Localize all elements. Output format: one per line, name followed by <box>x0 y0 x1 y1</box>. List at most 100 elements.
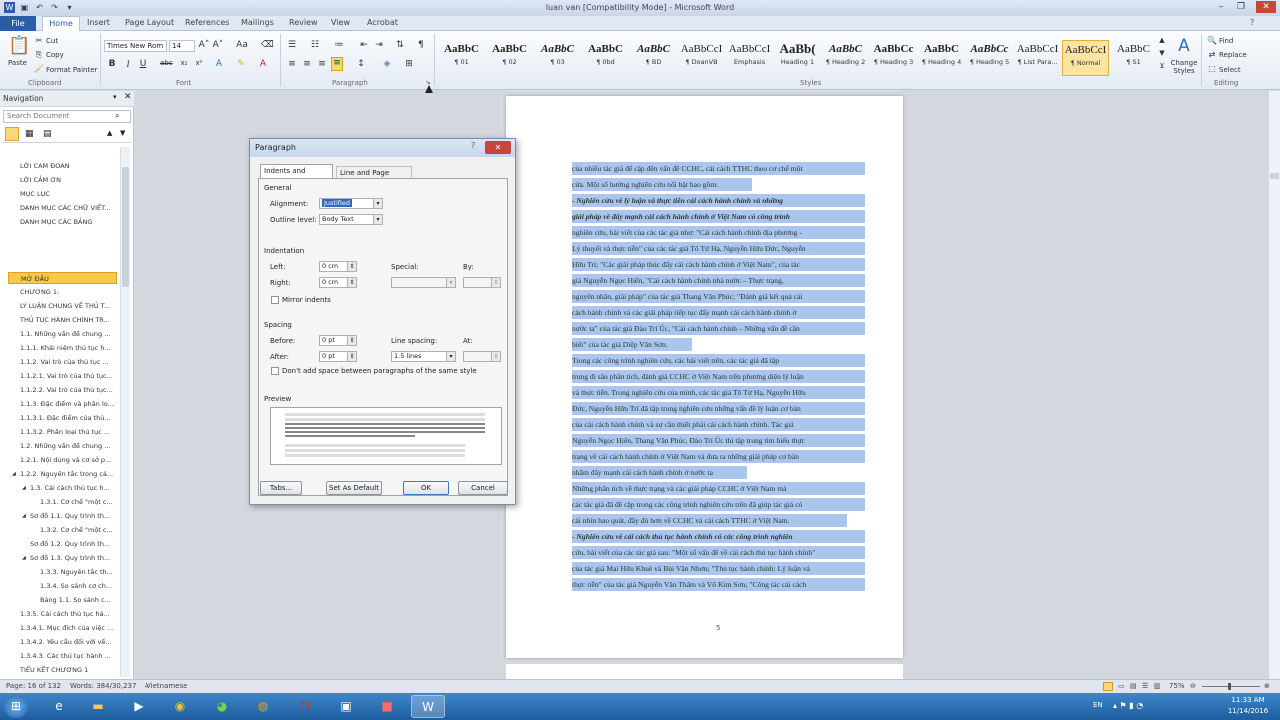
nav-heading-item[interactable]: 1.3.4.3. Các thủ tục hành ... <box>20 650 120 662</box>
zoom-out-icon[interactable]: ⊖ <box>1190 682 1196 690</box>
multilevel-list-icon[interactable]: ≔ <box>333 40 345 50</box>
set-as-default-button[interactable]: Set As Default <box>326 481 382 495</box>
nav-heading-item[interactable]: 1.3. Cải cách thủ tục h... <box>30 482 130 494</box>
nav-heading-item[interactable]: 1.1.2. Vai trò của thủ tục ... <box>20 356 120 368</box>
zoom-in-icon[interactable]: ⊕ <box>1264 682 1270 690</box>
tab-insert[interactable]: Insert <box>87 18 110 27</box>
help-icon[interactable]: ? <box>1250 18 1254 27</box>
style-item[interactable]: AaBbCcI ¶ DoanVB <box>678 40 725 76</box>
tab-line-page-breaks[interactable]: Line and Page Breaks <box>336 166 412 189</box>
paste-button[interactable]: Paste <box>8 59 27 67</box>
justify-icon[interactable]: ≡ <box>331 57 343 71</box>
zoom-slider-thumb[interactable] <box>1228 683 1231 690</box>
web-layout-icon[interactable]: ▤ <box>1130 682 1137 690</box>
style-item[interactable]: AaBbCcI ¶ Normal <box>1062 40 1109 76</box>
change-styles-button[interactable]: Change Styles <box>1170 59 1198 75</box>
chrome-icon[interactable]: ◉ <box>163 695 197 718</box>
style-item[interactable]: AaBbCc ¶ Heading 3 <box>870 40 917 76</box>
line-spacing-select[interactable]: 1.5 lines ▾ <box>391 351 456 362</box>
outline-view-icon[interactable]: ☰ <box>1142 682 1148 690</box>
chevron-down-icon[interactable]: ▾ <box>446 352 455 361</box>
style-item[interactable]: AaBb(Heading 1 <box>774 40 821 76</box>
chevron-down-icon[interactable]: ▾ <box>373 215 382 224</box>
numbering-icon[interactable]: ☷ <box>309 40 321 50</box>
nav-heading-item[interactable]: 1.3.4.2. Yêu cầu đối với vế... <box>20 636 120 648</box>
before-input[interactable]: 0 pt ⇕ <box>319 335 357 346</box>
style-item[interactable]: AaBbC ¶ 03 <box>534 40 581 76</box>
align-right-icon[interactable]: ≡ <box>316 59 328 69</box>
replace-button[interactable]: Replace <box>1219 51 1247 59</box>
tab-review[interactable]: Review <box>289 18 318 27</box>
special-select[interactable]: ▾ <box>391 277 456 288</box>
nav-heading-item[interactable]: Sơ đồ 1.2. Quy trình th... <box>30 538 130 550</box>
input-language[interactable]: EN <box>1093 701 1103 709</box>
nav-prev-icon[interactable]: ▲ <box>107 129 112 137</box>
doc-scroll-thumb[interactable] <box>1270 173 1279 179</box>
nav-search-input[interactable]: Search Document ⌕ <box>3 110 131 123</box>
tab-references[interactable]: References <box>185 18 229 27</box>
dialog-help-icon[interactable]: ? <box>464 141 482 153</box>
spinner-icon[interactable]: ⇕ <box>347 278 356 287</box>
style-item[interactable]: AaBbC ¶ Heading 2 <box>822 40 869 76</box>
borders-icon[interactable]: ⊞ <box>403 59 415 69</box>
nav-heading-item[interactable]: 1.2.2. Nguyên tắc trong cả... <box>20 468 120 480</box>
ie-icon[interactable]: e <box>42 695 76 718</box>
recorder-icon[interactable]: ■ <box>370 695 404 718</box>
nav-heading-item[interactable]: 1.1.1. Khái niệm thủ tục h... <box>20 342 120 354</box>
nav-heading-item[interactable]: Sơ đồ 1.3. Quy trình th... <box>30 552 130 564</box>
tab-indents-spacing[interactable]: Indents and Spacing <box>260 164 333 188</box>
style-item[interactable]: AaBbCc ¶ Heading 5 <box>966 40 1013 76</box>
nav-heading-item[interactable]: 1.2.1. Nội dung và cơ sở p... <box>20 454 120 466</box>
change-case-icon[interactable]: Aa <box>236 40 248 50</box>
decrease-indent-icon[interactable]: ⇤ <box>358 40 370 50</box>
strikethrough-icon[interactable]: abc <box>160 59 173 67</box>
shading-icon[interactable]: ◈ <box>381 59 393 69</box>
underline-icon[interactable]: U <box>137 59 149 69</box>
styles-more-icon[interactable]: ⊻ <box>1156 62 1168 70</box>
tray-icons[interactable]: ▴ ⚑ ▮ ◔ <box>1113 701 1143 710</box>
chevron-down-icon[interactable]: ▾ <box>373 199 382 208</box>
text-effects-icon[interactable]: A <box>213 59 225 69</box>
tab-home[interactable]: Home <box>42 16 80 31</box>
minimize-icon[interactable]: – <box>1214 1 1228 13</box>
tab-acrobat[interactable]: Acrobat <box>367 18 398 27</box>
shrink-font-icon[interactable]: A˅ <box>212 40 224 50</box>
superscript-icon[interactable]: x² <box>193 59 205 67</box>
spinner-icon[interactable]: ⇕ <box>347 262 356 271</box>
word-taskbar-icon[interactable]: W <box>411 695 445 718</box>
mirror-indents-checkbox[interactable] <box>271 296 279 304</box>
cancel-button[interactable]: Cancel <box>458 481 508 495</box>
at-input[interactable]: ⇕ <box>463 351 501 362</box>
nav-pages-tab-icon[interactable]: ▦ <box>25 129 34 139</box>
font-size-box[interactable]: 14 <box>169 40 195 52</box>
after-input[interactable]: 0 pt ⇕ <box>319 351 357 362</box>
nav-heading-item[interactable]: 1.1.2.1. Vai trò của thủ tục... <box>20 370 120 382</box>
expand-triangle-icon[interactable]: ◢ <box>22 510 30 522</box>
full-screen-icon[interactable]: ▭ <box>1118 682 1125 690</box>
increase-indent-icon[interactable]: ⇥ <box>373 40 385 50</box>
paste-icon[interactable]: 📋 <box>8 35 30 56</box>
spinner-icon[interactable]: ⇕ <box>347 352 356 361</box>
tab-file[interactable]: File <box>0 16 36 31</box>
nav-heading-item[interactable]: 1.1.2.2. Vai trò của thủ tục... <box>20 384 120 396</box>
style-item[interactable]: AaBbC ¶ BD <box>630 40 677 76</box>
nav-heading-item[interactable]: DANH MỤC CÁC BẢNG <box>20 216 120 228</box>
search-icon[interactable]: ⌕ <box>115 111 119 121</box>
nav-heading-item[interactable]: 1.2. Những vấn đề chung ... <box>20 440 120 452</box>
cut-button[interactable]: Cut <box>46 37 58 45</box>
coccoc-icon[interactable]: ◕ <box>205 695 239 718</box>
line-spacing-icon[interactable]: ↕ <box>355 59 367 69</box>
expand-triangle-icon[interactable]: ◢ <box>22 552 30 564</box>
show-marks-icon[interactable]: ¶ <box>415 40 427 50</box>
print-layout-icon[interactable] <box>1103 682 1113 691</box>
alignment-select[interactable]: Justified ▾ <box>319 198 383 209</box>
nav-heading-item[interactable]: LỜI CAM ĐOAN <box>20 160 120 172</box>
chevron-down-icon[interactable]: ▾ <box>446 278 455 287</box>
nav-heading-item[interactable]: 1.1. Những vấn đề chung ... <box>20 328 120 340</box>
tabs-button[interactable]: Tabs... <box>260 481 302 495</box>
nav-close-icon[interactable]: ✕ <box>124 92 132 102</box>
clock-date[interactable]: 11/14/2016 <box>1222 707 1274 715</box>
select-button[interactable]: Select <box>1219 66 1241 74</box>
styles-down-icon[interactable]: ▼ <box>1156 49 1168 57</box>
draft-view-icon[interactable]: ▥ <box>1154 682 1161 690</box>
